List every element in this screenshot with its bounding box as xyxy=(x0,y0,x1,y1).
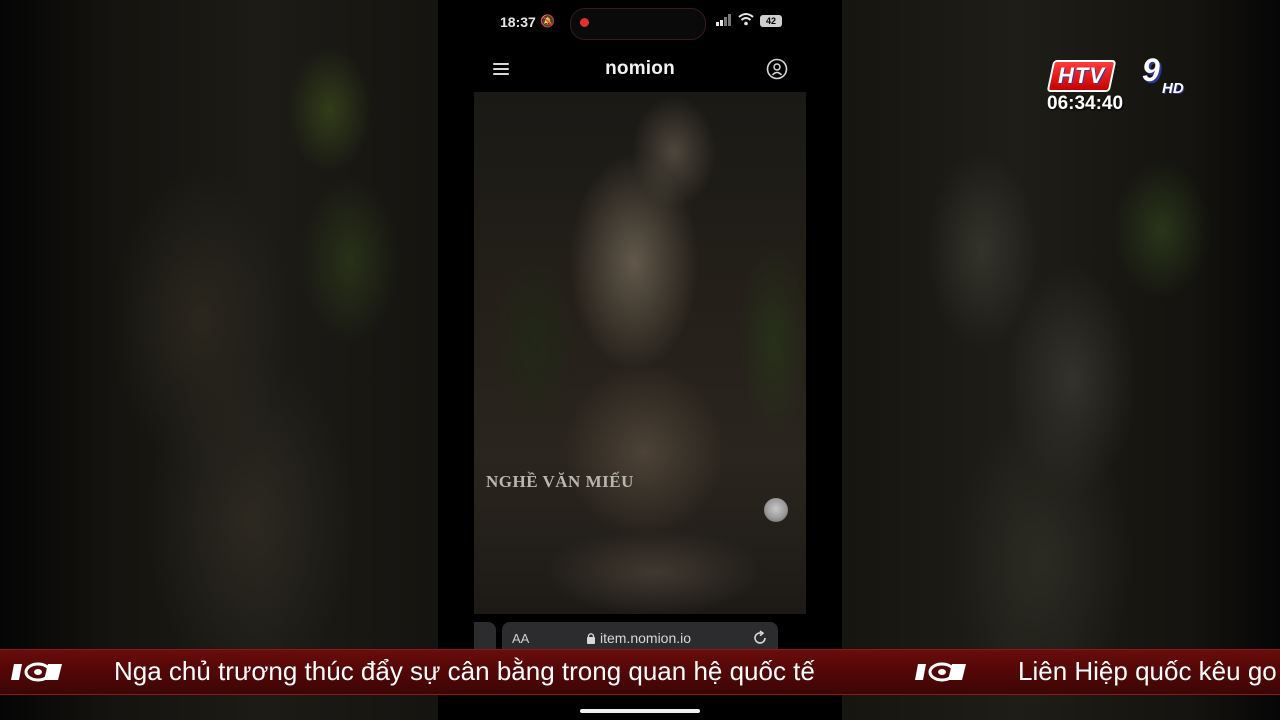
text-size-button[interactable]: AA xyxy=(512,631,529,646)
phone-screen: 18:37 🔕 42 nomion NGHỀ VĂN MIẾU AA item.… xyxy=(438,0,842,720)
reload-icon[interactable] xyxy=(752,630,768,646)
broadcast-clock: 06:34:40 xyxy=(1047,93,1124,114)
hero-image: NGHỀ VĂN MIẾU xyxy=(474,92,806,614)
ticker-logo-icon xyxy=(915,662,966,682)
battery-indicator: 42 xyxy=(760,15,782,27)
cellular-signal-icon xyxy=(716,14,731,26)
url-text[interactable]: item.nomion.io xyxy=(600,630,691,646)
dynamic-island xyxy=(570,8,706,40)
channel-name: HTV xyxy=(1058,63,1105,88)
ticker-logo-icon xyxy=(11,662,62,682)
channel-number: 9 xyxy=(1142,52,1160,88)
assistive-touch-button[interactable] xyxy=(764,498,788,522)
account-icon[interactable] xyxy=(766,58,788,80)
ticker-headline: Nga chủ trương thúc đẩy sự cân bằng tron… xyxy=(114,656,815,686)
recording-indicator-icon xyxy=(580,18,589,27)
channel-quality: HD xyxy=(1162,80,1184,97)
lock-icon xyxy=(587,633,595,644)
blurred-background-left xyxy=(0,0,438,720)
wifi-icon xyxy=(738,13,754,26)
app-header: nomion xyxy=(438,50,842,88)
hero-title: NGHỀ VĂN MIẾU xyxy=(486,472,634,491)
home-indicator xyxy=(580,709,700,713)
status-time: 18:37 xyxy=(500,14,536,30)
status-bar: 18:37 🔕 42 xyxy=(438,0,842,46)
news-ticker: Nga chủ trương thúc đẩy sự cân bằng tron… xyxy=(0,649,1280,695)
bell-muted-icon: 🔕 xyxy=(540,14,555,28)
ticker-headline: Liên Hiệp quốc kêu go xyxy=(1018,656,1277,686)
